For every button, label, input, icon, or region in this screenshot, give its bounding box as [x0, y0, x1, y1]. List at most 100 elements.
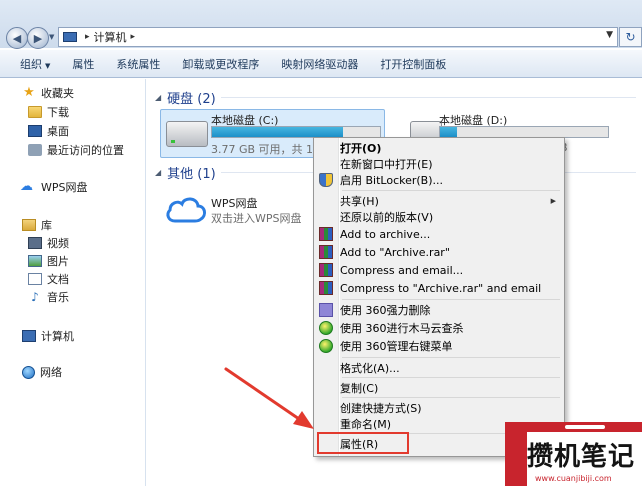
collapse-triangle-icon: ◢	[155, 93, 162, 102]
refresh-icon: ↻	[625, 30, 636, 44]
properties-button[interactable]: 属性	[61, 56, 105, 72]
winrar-icon	[319, 263, 333, 277]
nav-item-wps-cloud[interactable]: ☁ WPS网盘	[20, 179, 88, 195]
library-icon	[22, 219, 36, 231]
computer-icon	[63, 32, 77, 42]
nav-item-libraries[interactable]: 库	[22, 217, 52, 233]
menu-item-format[interactable]: 格式化(A)...	[316, 359, 562, 377]
menu-item-add-archive[interactable]: Add to archive...	[316, 225, 562, 243]
nav-label: 收藏夹	[41, 87, 74, 100]
wps-cloud-subtitle: 双击进入WPS网盘	[211, 212, 302, 225]
submenu-arrow-icon: ▶	[550, 197, 556, 205]
watermark-logo: 攒机笔记 www.cuanjibiji.com	[505, 422, 642, 486]
menu-item-360-scan[interactable]: 使用 360进行木马云查杀	[316, 319, 562, 337]
map-network-drive-button[interactable]: 映射网络驱动器	[270, 56, 369, 72]
drive-d-usage-fill	[440, 127, 457, 137]
nav-label: 下载	[47, 106, 69, 119]
breadcrumb-chevron-icon[interactable]: ▸	[85, 32, 90, 42]
nav-label: 桌面	[47, 125, 69, 138]
hard-drive-icon	[166, 121, 208, 147]
nav-item-downloads[interactable]: 下载	[28, 104, 69, 120]
menu-item-compress-email[interactable]: Compress and email...	[316, 261, 562, 279]
nav-item-documents[interactable]: 文档	[28, 271, 69, 287]
nav-item-pictures[interactable]: 图片	[28, 253, 69, 269]
command-toolbar: 组织 ▼ 属性 系统属性 卸载或更改程序 映射网络驱动器 打开控制面板	[0, 50, 642, 78]
menu-label: 复制(C)	[340, 382, 379, 395]
nav-item-network[interactable]: 网络	[22, 364, 62, 380]
360-security-icon	[319, 339, 333, 353]
desktop-icon	[28, 125, 42, 137]
menu-label: Add to archive...	[340, 227, 431, 241]
menu-item-restore[interactable]: 还原以前的版本(V)	[316, 208, 562, 226]
nav-item-favorites[interactable]: ★ 收藏夹	[22, 85, 74, 101]
nav-label: 图片	[47, 255, 69, 268]
address-bar-area: ◀ ▶ ▼ ▸ 计算机 ▸ ▼ ↻	[0, 0, 642, 49]
winrar-icon	[319, 227, 333, 241]
nav-label: 网络	[40, 366, 62, 379]
nav-label: 计算机	[41, 330, 74, 343]
video-icon	[28, 237, 42, 249]
wps-cloud-name[interactable]: WPS网盘	[211, 195, 258, 211]
nav-item-recent[interactable]: 最近访问的位置	[28, 142, 124, 158]
shredder-icon	[319, 303, 333, 317]
nav-label: WPS网盘	[41, 181, 88, 194]
back-arrow-icon: ◀	[12, 31, 22, 45]
group-title: 硬盘 (2)	[167, 92, 216, 107]
menu-item-360-shred[interactable]: 使用 360强力删除	[316, 301, 562, 319]
menu-separator	[342, 377, 560, 378]
nav-item-computer[interactable]: 计算机	[22, 328, 74, 344]
nav-label: 文档	[47, 273, 69, 286]
cloud-icon: ☁	[20, 179, 33, 194]
menu-label: 启用 BitLocker(B)...	[340, 174, 444, 187]
breadcrumb-chevron-icon[interactable]: ▸	[131, 32, 136, 42]
menu-item-copy[interactable]: 复制(C)	[316, 379, 562, 397]
group-title: 其他 (1)	[167, 167, 216, 182]
menu-label: Compress and email...	[340, 263, 464, 277]
winrar-icon	[319, 245, 333, 259]
chevron-down-icon: ▼	[45, 61, 51, 70]
address-dropdown-icon[interactable]: ▼	[606, 30, 613, 40]
context-menu: 打开(O) 在新窗口中打开(E) 启用 BitLocker(B)... 共享(H…	[313, 137, 565, 457]
nav-item-videos[interactable]: 视频	[28, 235, 69, 251]
navigation-pane: ★ 收藏夹 下载 桌面 最近访问的位置 ☁ WPS网盘 库 视频 图片 文档 ♪ 音乐…	[0, 79, 146, 486]
group-divider	[221, 97, 636, 98]
nav-item-desktop[interactable]: 桌面	[28, 123, 69, 139]
open-control-panel-button[interactable]: 打开控制面板	[369, 56, 457, 72]
other-group-header[interactable]: ◢ 其他 (1)	[155, 163, 216, 182]
menu-item-bitlocker[interactable]: 启用 BitLocker(B)...	[316, 171, 562, 189]
menu-separator	[342, 397, 560, 398]
breadcrumb-computer[interactable]: 计算机	[94, 29, 127, 45]
wps-cloud-icon[interactable]	[165, 195, 207, 225]
watermark-bar	[505, 422, 642, 432]
menu-label: Compress to "Archive.rar" and email	[340, 281, 542, 295]
address-field[interactable]: ▸ 计算机 ▸ ▼	[58, 27, 618, 47]
hard-drives-group-header[interactable]: ◢ 硬盘 (2)	[155, 88, 216, 107]
menu-item-360-manage[interactable]: 使用 360管理右键菜单	[316, 337, 562, 355]
forward-button[interactable]: ▶	[27, 27, 49, 49]
menu-item-compress-rar-email[interactable]: Compress to "Archive.rar" and email	[316, 279, 562, 297]
system-properties-button[interactable]: 系统属性	[105, 56, 171, 72]
organize-menu-button[interactable]: 组织 ▼	[0, 56, 61, 72]
menu-item-add-rar[interactable]: Add to "Archive.rar"	[316, 243, 562, 261]
menu-separator	[342, 299, 560, 300]
menu-separator	[342, 190, 560, 191]
nav-label: 库	[41, 219, 52, 232]
network-globe-icon	[22, 365, 35, 379]
menu-label: 打开(O)	[340, 142, 382, 155]
nav-label: 音乐	[47, 291, 69, 304]
menu-label: Add to "Archive.rar"	[340, 245, 450, 259]
nav-label: 视频	[47, 237, 69, 250]
star-icon: ★	[23, 85, 35, 100]
uninstall-program-button[interactable]: 卸载或更改程序	[171, 56, 270, 72]
recent-places-icon	[28, 144, 42, 156]
drive-c-usage-fill	[212, 127, 344, 137]
refresh-button[interactable]: ↻	[619, 27, 642, 47]
watermark-url: www.cuanjibiji.com	[535, 474, 612, 483]
recent-pages-dropdown-icon[interactable]: ▼	[49, 33, 54, 41]
back-button[interactable]: ◀	[6, 27, 28, 49]
nav-item-music[interactable]: ♪ 音乐	[28, 289, 69, 305]
menu-label: 使用 360进行木马云查杀	[340, 322, 464, 335]
bitlocker-shield-icon	[319, 173, 333, 187]
menu-label: 使用 360强力删除	[340, 304, 431, 317]
music-icon: ♪	[31, 290, 39, 304]
